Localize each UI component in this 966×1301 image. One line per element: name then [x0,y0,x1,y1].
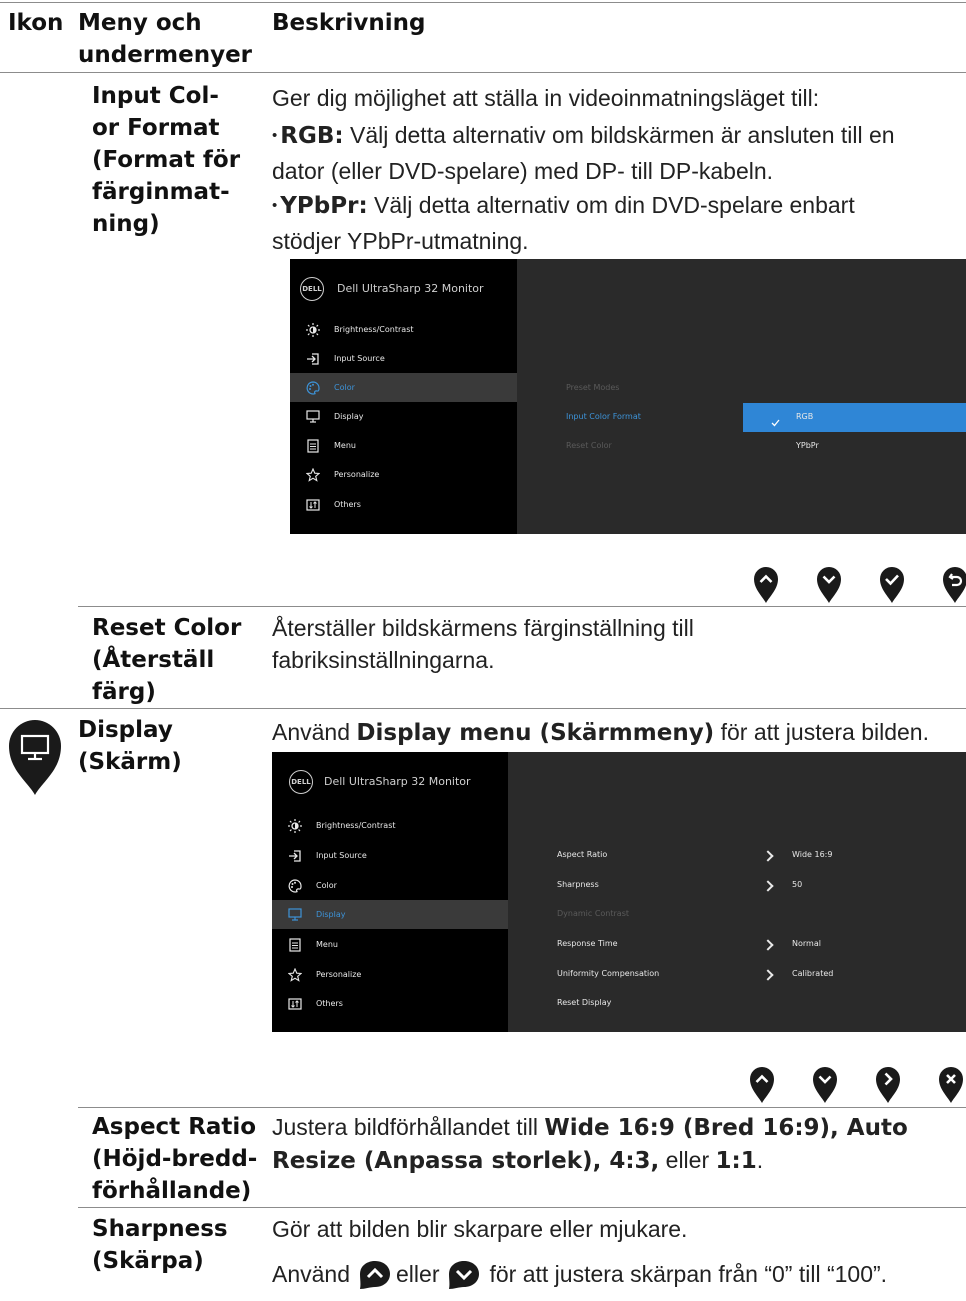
display-description: Använd Display menu (Skärmmeny) för att … [272,719,929,746]
chevron-right-icon [762,850,774,862]
reset-color-label: Reset Color (Återställ färg) [92,615,242,705]
osd-menu-brightness: Brightness/Contrast [290,315,517,344]
osd-color-menu-screenshot: DELL Dell UltraSharp 32 Monitor Brightne… [290,259,966,534]
osd-title: Dell UltraSharp 32 Monitor [337,282,484,295]
osd-sub-reset-display: Reset Display [557,998,612,1007]
rule-reset-color [78,606,966,607]
osd-menu-menu: Menu [272,930,508,959]
chevron-right-icon [762,969,774,981]
osd-menu-color: Color [290,373,517,402]
osd-sub-input-color-format: Input Color Format [566,412,641,421]
osd-sub-reset-color: Reset Color [566,441,612,450]
col-header-icon: Ikon [8,10,64,36]
dell-logo: DELL [300,277,324,301]
up-icon [750,1067,774,1103]
sharpness-label: Sharpness (Skärpa) [92,1216,228,1274]
osd-title: Dell UltraSharp 32 Monitor [324,775,471,788]
osd-menu-display: Display [272,900,508,929]
down-icon [449,1261,480,1289]
rule-aspect-ratio [78,1107,966,1108]
osd-value-aspect-ratio: Wide 16:9 [792,850,833,859]
reset-color-description: Återställer bildskärmens färginställning… [272,615,694,673]
osd-menu-input-source: Input Source [272,841,508,870]
chevron-right-icon [762,880,774,892]
osd-value-response-time: Normal [792,939,821,948]
display-label: Display (Skärm) [78,717,182,775]
star-icon [304,466,322,484]
down-icon [813,1067,837,1103]
osd-option-ypbpr: YPbPr [796,441,819,450]
up-icon [754,567,778,603]
osd-menu-personalize: Personalize [290,460,517,489]
brightness-icon [304,321,322,339]
sharpness-description: Gör att bilden blir skarpare eller mjuka… [272,1216,688,1242]
osd-menu-display: Display [290,402,517,431]
osd-sub-sharpness: Sharpness [557,880,599,889]
input-source-icon [286,847,304,865]
rule-sharpness [78,1207,966,1208]
back-icon [943,567,966,603]
color-palette-icon [304,379,322,397]
osd-sub-preset-modes: Preset Modes [566,383,620,392]
rule-display [0,708,966,709]
osd-value-sharpness: 50 [792,880,803,889]
menu-list-icon [286,936,304,954]
close-icon [939,1067,963,1103]
col-header-desc: Beskrivning [272,10,426,36]
aspect-ratio-label: Aspect Ratio (Höjd-bredd- förhållande) [92,1114,258,1204]
chevron-right-icon [762,939,774,951]
dell-logo: DELL [289,770,313,794]
osd-option-rgb: RGB [796,412,814,421]
header-rule [0,72,966,73]
osd-display-menu-screenshot: DELL Dell UltraSharp 32 Monitor Brightne… [272,752,966,1032]
check-icon [771,412,780,431]
input-color-format-label: Input Col- or Format (Format för färginm… [92,83,241,237]
brightness-icon [286,817,304,835]
down-icon [817,567,841,603]
osd-menu-brightness: Brightness/Contrast [272,811,508,840]
osd-menu-others: Others [290,490,517,519]
osd-sub-uniformity-compensation: Uniformity Compensation [557,969,660,978]
monitor-icon [286,906,304,924]
osd-sub-aspect-ratio: Aspect Ratio [557,850,608,859]
check-icon [880,567,904,603]
aspect-ratio-description: Justera bildförhållandet till Wide 16:9 … [272,1114,908,1174]
color-palette-icon [286,877,304,895]
osd-menu-input-source: Input Source [290,344,517,373]
col-header-menu-1: Meny och [78,10,202,36]
osd-menu-color: Color [272,871,508,900]
top-rule [0,2,966,3]
sharpness-usage: Använd eller för att justera skärpan frå… [272,1258,887,1290]
col-header-menu-2: undermenyer [78,42,253,68]
input-source-icon [304,350,322,368]
display-section-icon [9,720,61,795]
osd-menu-personalize: Personalize [272,960,508,989]
others-icon [286,995,304,1013]
osd-menu-others: Others [272,989,508,1018]
ypbpr-description: YPbPr: Välj detta alternativ om din DVD-… [272,189,855,257]
osd-menu-menu: Menu [290,431,517,460]
right-icon [876,1067,900,1103]
osd-value-uniformity-compensation: Calibrated [792,969,834,978]
monitor-icon [304,408,322,426]
osd-sub-response-time: Response Time [557,939,618,948]
osd-sub-dynamic-contrast: Dynamic Contrast [557,909,630,918]
star-icon [286,966,304,984]
others-icon [304,496,322,514]
menu-list-icon [304,437,322,455]
input-color-format-intro: Ger dig möjlighet att ställa in videoinm… [272,85,820,111]
rgb-description: RGB: Välj detta alternativ om bildskärme… [272,119,895,187]
up-icon [360,1261,391,1289]
